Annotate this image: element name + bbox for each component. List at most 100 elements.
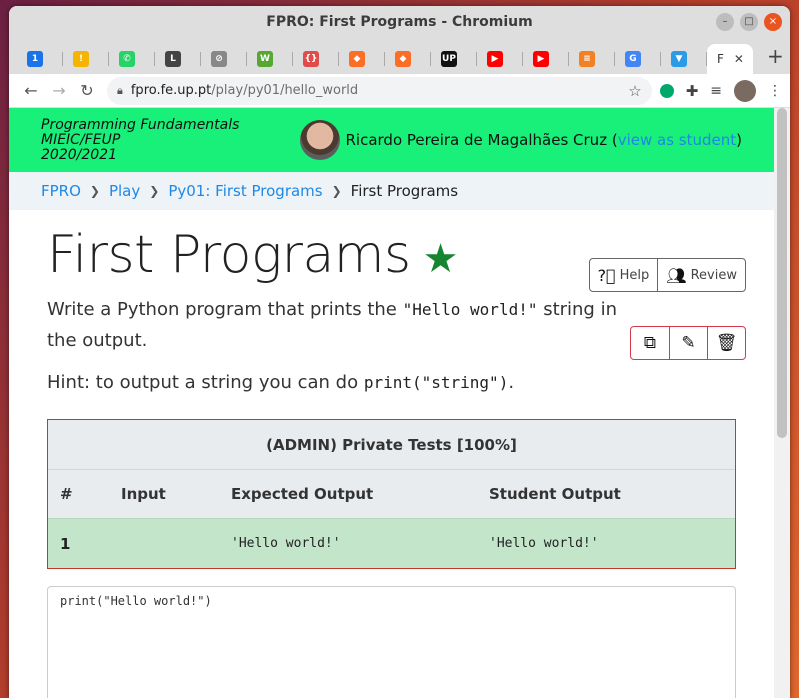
toolbar-extensions: ✚ ≡ ⋮ <box>659 79 782 102</box>
tab-strip: 1! ✆ L ⊘ W {} ◆ ◆ UP ▶ ▶ ≡ G ▼ F ✕ + <box>9 38 790 74</box>
up-icon: UP <box>441 51 457 67</box>
tab-l[interactable]: L <box>155 44 201 74</box>
tab-globe[interactable]: ⊘ <box>201 44 247 74</box>
url-path: /play/py01/hello_world <box>211 83 359 98</box>
new-tab-button[interactable]: + <box>767 44 784 68</box>
hint-text-end: . <box>508 372 515 393</box>
braces-icon: {} <box>303 51 319 67</box>
page-scrollbar[interactable] <box>774 108 790 698</box>
menu-kebab-icon[interactable]: ⋮ <box>768 83 782 99</box>
l-icon: L <box>165 51 181 67</box>
row-student: 'Hello world!' <box>489 536 599 551</box>
review-label: Review <box>690 267 737 283</box>
close-window-button[interactable]: × <box>764 13 782 31</box>
youtube-icon: ▶ <box>533 51 549 67</box>
view-as-student-link[interactable]: view as student <box>618 131 736 149</box>
user-info: Ricardo Pereira de Magalhães Cruz (view … <box>299 120 742 160</box>
tab-up[interactable]: UP <box>431 44 477 74</box>
help-label: Help <box>619 267 650 283</box>
minimize-button[interactable]: – <box>716 13 734 31</box>
whatsapp-icon: ✆ <box>119 51 135 67</box>
tab-gitlab[interactable]: ◆ <box>385 44 431 74</box>
reload-icon[interactable]: ↻ <box>73 81 101 100</box>
breadcrumb: FPRO ❯ Play ❯ Py01: First Programs ❯ Fir… <box>9 172 774 210</box>
tab-gitlab[interactable]: ◆ <box>339 44 385 74</box>
title-bar: FPRO: First Programs - Chromium – □ × <box>9 6 790 38</box>
code-editor[interactable]: print("Hello world!") <box>47 586 736 698</box>
tab-braces[interactable]: {} <box>293 44 339 74</box>
header-banner: Programming Fundamentals MIEIC/FEUP 2020… <box>9 108 774 172</box>
action-button-group: ⧉ ✎ 🗑︎ <box>630 326 746 360</box>
user-name: Ricardo Pereira de Magalhães Cruz <box>345 131 608 149</box>
tab-calendar[interactable]: 1 <box>17 44 63 74</box>
hint-text: Hint: to output a string you can do <box>47 372 364 393</box>
help-review-group: ?⃝ Help 👥︎ Review <box>588 258 746 292</box>
breadcrumb-current: First Programs <box>350 182 459 200</box>
scrollbar-thumb[interactable] <box>777 108 787 438</box>
tab-active[interactable]: F ✕ <box>707 44 753 74</box>
tab-w[interactable]: W <box>247 44 293 74</box>
copy-button[interactable]: ⧉ <box>631 327 669 359</box>
bookmark-star-icon[interactable]: ☆ <box>628 82 641 100</box>
back-icon[interactable]: ← <box>17 81 45 100</box>
tests-title: (ADMIN) Private Tests [100%] <box>48 420 735 469</box>
window-title: FPRO: First Programs - Chromium <box>266 14 533 30</box>
profile-avatar[interactable] <box>734 79 756 102</box>
course-name: Programming Fundamentals <box>41 116 240 133</box>
window-controls: – □ × <box>716 13 782 31</box>
edit-button[interactable]: ✎ <box>669 327 707 359</box>
question-circle-icon: ?⃝ <box>597 265 616 285</box>
tab-arrow-down[interactable]: ▼ <box>661 44 707 74</box>
course-program: MIEIC/FEUP <box>41 131 121 148</box>
table-row: 1 'Hello world!' 'Hello world!' <box>48 518 735 568</box>
view-as-close: ) <box>736 131 742 149</box>
youtube-icon: ▶ <box>487 51 503 67</box>
url-host: fpro.fe.up.pt <box>130 83 212 98</box>
chevron-right-icon: ❯ <box>89 184 100 198</box>
globe-icon: ⊘ <box>211 51 227 67</box>
address-bar[interactable]: 🔒︎ fpro.fe.up.pt/play/py01/hello_world ☆ <box>107 76 652 105</box>
row-num: 1 <box>60 534 71 553</box>
chevron-right-icon: ❯ <box>149 184 160 198</box>
calendar-icon: 1 <box>27 51 43 67</box>
chevron-right-icon: ❯ <box>331 184 342 198</box>
tab-youtube[interactable]: ▶ <box>477 44 523 74</box>
extension-green-icon[interactable] <box>659 83 674 98</box>
star-icon: ★ <box>422 236 459 282</box>
user-avatar <box>299 120 340 160</box>
tests-table: (ADMIN) Private Tests [100%] # Input Exp… <box>47 419 736 569</box>
tab-whatsapp[interactable]: ✆ <box>109 44 155 74</box>
pencil-icon: ✎ <box>681 333 696 353</box>
help-button[interactable]: ?⃝ Help <box>590 259 658 291</box>
tab-keep[interactable]: ! <box>63 44 109 74</box>
delete-button[interactable]: 🗑︎ <box>707 327 745 359</box>
desc-text: Write a Python program that prints the <box>47 299 403 320</box>
close-tab-icon[interactable]: ✕ <box>734 52 744 66</box>
breadcrumb-py01[interactable]: Py01: First Programs <box>168 182 322 200</box>
breadcrumb-fpro[interactable]: FPRO <box>41 182 81 200</box>
problem-content: First Programs ★ ?⃝ Help 👥︎ Review ⧉ ✎ 🗑︎… <box>9 224 774 698</box>
maximize-button[interactable]: □ <box>740 13 758 31</box>
copy-icon: ⧉ <box>643 333 657 353</box>
tab-youtube[interactable]: ▶ <box>523 44 569 74</box>
w-icon: W <box>257 51 273 67</box>
lock-icon[interactable]: 🔒︎ <box>117 84 123 98</box>
hint-code: print("string") <box>363 373 509 392</box>
active-tab-label: F <box>717 52 724 66</box>
tab-google[interactable]: G <box>615 44 661 74</box>
forward-icon[interactable]: → <box>45 81 73 100</box>
breadcrumb-play[interactable]: Play <box>109 182 140 200</box>
problem-hint: Hint: to output a string you can do prin… <box>47 372 736 393</box>
page-content: Programming Fundamentals MIEIC/FEUP 2020… <box>9 108 774 698</box>
col-expected: Expected Output <box>231 485 374 503</box>
media-queue-icon[interactable]: ≡ <box>710 83 722 99</box>
extensions-puzzle-icon[interactable]: ✚ <box>686 82 699 100</box>
keep-icon: ! <box>73 51 89 67</box>
col-num: # <box>60 485 73 503</box>
col-student: Student Output <box>489 485 621 503</box>
review-button[interactable]: 👥︎ Review <box>657 259 745 291</box>
course-info: Programming Fundamentals MIEIC/FEUP 2020… <box>41 116 240 163</box>
tab-stackoverflow[interactable]: ≡ <box>569 44 615 74</box>
problem-title: First Programs <box>47 225 411 285</box>
users-icon: 👥︎ <box>666 265 687 285</box>
